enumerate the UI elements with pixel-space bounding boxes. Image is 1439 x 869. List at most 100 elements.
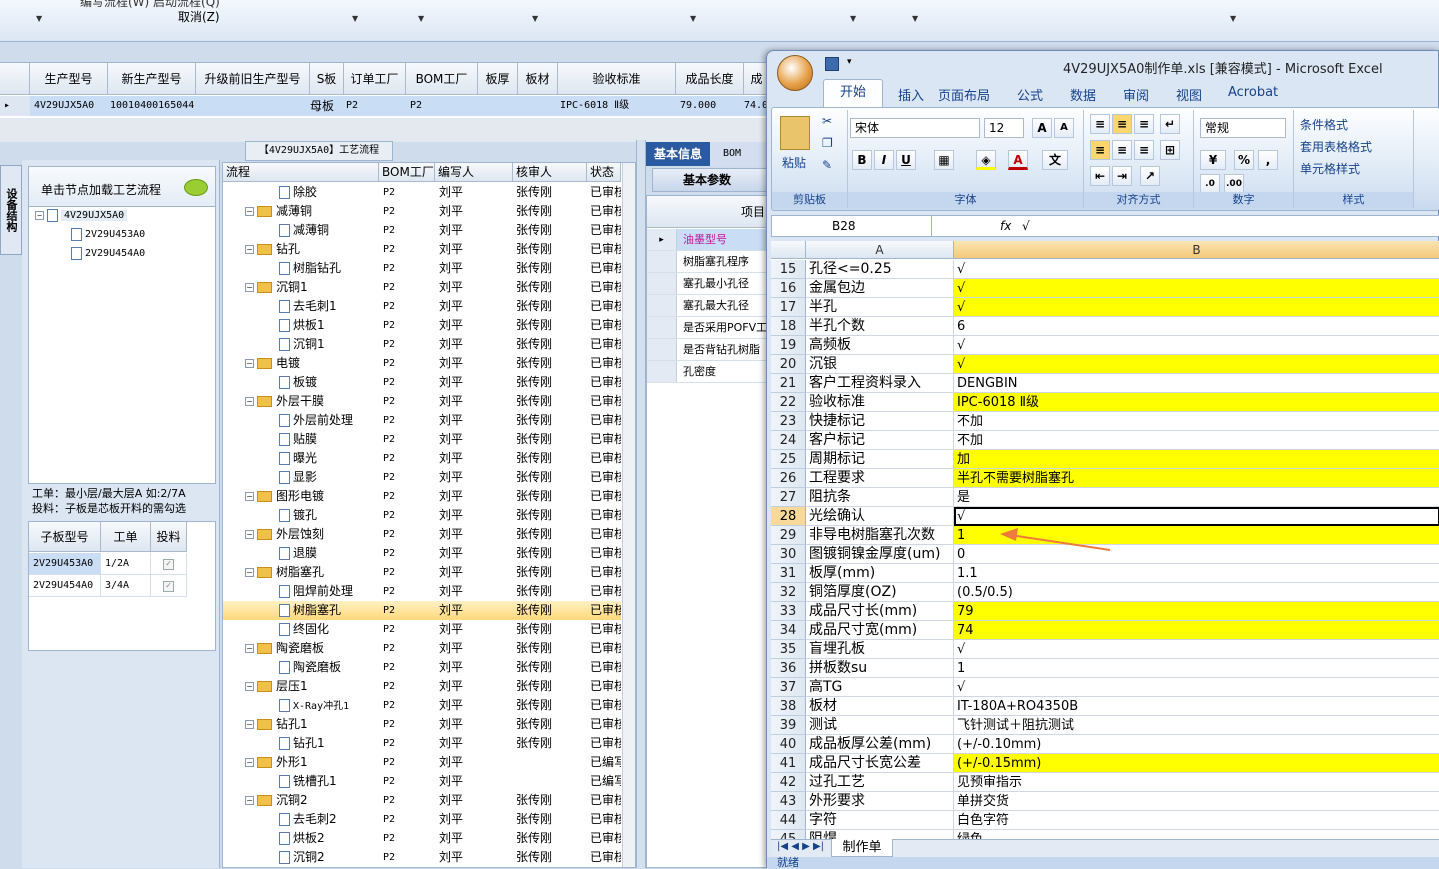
- process-row[interactable]: 减薄铜 P2 刘平 张传刚 已审核: [223, 221, 621, 240]
- cell-a[interactable]: 成品板厚公差(mm): [806, 735, 954, 754]
- param-row[interactable]: 是否采用POFV工: [647, 317, 771, 339]
- paste-button[interactable]: 粘贴: [782, 154, 806, 171]
- wrap-text-icon[interactable]: ↵: [1160, 114, 1180, 134]
- process-row[interactable]: 沉铜2 P2 刘平 张传刚 已审核: [223, 848, 621, 867]
- row-number[interactable]: 25: [771, 450, 806, 469]
- cell-a[interactable]: 光绘确认: [806, 507, 954, 526]
- cell-a[interactable]: 过孔工艺: [806, 773, 954, 792]
- percent-icon[interactable]: %: [1234, 150, 1254, 170]
- cell-b[interactable]: 白色字符: [954, 811, 1439, 830]
- cell-b[interactable]: 1.1: [954, 564, 1439, 583]
- row-number[interactable]: 15: [771, 260, 806, 279]
- row-number[interactable]: 41: [771, 754, 806, 773]
- row-number[interactable]: 23: [771, 412, 806, 431]
- align-top-icon[interactable]: ≡: [1090, 114, 1110, 134]
- format-painter-icon[interactable]: ✎: [822, 158, 832, 172]
- row-number[interactable]: 24: [771, 431, 806, 450]
- cell-b[interactable]: 不加: [954, 431, 1439, 450]
- col-header[interactable]: BOM工厂: [379, 163, 435, 182]
- cell-a[interactable]: 工程要求: [806, 469, 954, 488]
- cell-b[interactable]: 半孔不需要树脂塞孔: [954, 469, 1439, 488]
- process-row[interactable]: − 外层蚀刻 P2 刘平 张传刚 已审核: [223, 525, 621, 544]
- cell-styles-button[interactable]: 单元格样式: [1300, 160, 1360, 177]
- grid-cell[interactable]: IPC-6018 Ⅱ级: [558, 96, 676, 116]
- dropdown-arrow-icon[interactable]: ▼: [912, 14, 918, 23]
- comma-icon[interactable]: ,: [1258, 150, 1278, 170]
- row-number[interactable]: 18: [771, 317, 806, 336]
- font-color-icon[interactable]: A: [1008, 150, 1028, 170]
- dropdown-arrow-icon[interactable]: ▼: [1230, 14, 1236, 23]
- cell-b[interactable]: 1: [954, 526, 1439, 545]
- col-header[interactable]: 订单工厂: [344, 63, 406, 95]
- row-number[interactable]: 16: [771, 279, 806, 298]
- param-row[interactable]: 孔密度: [647, 361, 771, 383]
- cell-b[interactable]: 是: [954, 488, 1439, 507]
- collapse-icon[interactable]: −: [245, 397, 254, 406]
- collapse-icon[interactable]: −: [245, 245, 254, 254]
- tab-bom[interactable]: BOM: [712, 142, 752, 166]
- row-number[interactable]: 27: [771, 488, 806, 507]
- row-number[interactable]: 19: [771, 336, 806, 355]
- process-row[interactable]: 显影 P2 刘平 张传刚 已审核: [223, 468, 621, 487]
- cell-b[interactable]: √: [954, 298, 1439, 317]
- grid-cell[interactable]: 4V29UJX5A0: [30, 96, 108, 116]
- tab-review[interactable]: 审阅: [1123, 85, 1149, 104]
- dropdown-arrow-icon[interactable]: ▼: [36, 14, 42, 23]
- row-number[interactable]: 44: [771, 811, 806, 830]
- process-row[interactable]: 钻孔1 P2 刘平 张传刚 已审核: [223, 734, 621, 753]
- process-row[interactable]: − 外层干膜 P2 刘平 张传刚 已审核: [223, 392, 621, 411]
- cell-a[interactable]: 盲埋孔板: [806, 640, 954, 659]
- cell-b[interactable]: 79: [954, 602, 1439, 621]
- cell-b[interactable]: IPC-6018 Ⅱ级: [954, 393, 1439, 412]
- process-row[interactable]: X-Ray冲孔1 P2 刘平 张传刚 已审核: [223, 696, 621, 715]
- decrease-decimal-icon[interactable]: .00: [1224, 174, 1244, 194]
- process-row[interactable]: 外层前处理 P2 刘平 张传刚 已审核: [223, 411, 621, 430]
- col-header[interactable]: 升级前旧生产型号: [196, 63, 310, 95]
- font-size-box[interactable]: 12: [984, 118, 1024, 138]
- merge-icon[interactable]: ⊞: [1160, 140, 1180, 160]
- col-header[interactable]: 验收标准: [558, 63, 676, 95]
- subboard-model[interactable]: 2V29U454A0: [29, 575, 101, 597]
- cell-a[interactable]: 外形要求: [806, 792, 954, 811]
- column-header-b[interactable]: B: [954, 241, 1439, 259]
- tab-view[interactable]: 视图: [1176, 85, 1202, 104]
- cell-a[interactable]: 客户标记: [806, 431, 954, 450]
- feed-checkbox[interactable]: ✓: [163, 581, 174, 592]
- process-row[interactable]: − 陶瓷磨板 P2 刘平 张传刚 已审核: [223, 639, 621, 658]
- col-header[interactable]: 新生产型号: [108, 63, 196, 95]
- feed-checkbox[interactable]: ✓: [163, 559, 174, 570]
- border-icon[interactable]: ▦: [934, 150, 954, 170]
- cell-a[interactable]: 阻抗条: [806, 488, 954, 507]
- cell-a[interactable]: 孔径<=0.25: [806, 260, 954, 279]
- param-col-header[interactable]: 项目: [647, 196, 771, 228]
- collapse-icon[interactable]: −: [245, 568, 254, 577]
- row-number[interactable]: 31: [771, 564, 806, 583]
- font-name-box[interactable]: 宋体: [850, 118, 980, 138]
- collapse-icon[interactable]: −: [245, 682, 254, 691]
- row-number[interactable]: 30: [771, 545, 806, 564]
- grid-cell[interactable]: [196, 96, 310, 116]
- row-number[interactable]: 17: [771, 298, 806, 317]
- align-left-icon[interactable]: ≡: [1090, 140, 1110, 160]
- cell-a[interactable]: 快捷标记: [806, 412, 954, 431]
- grid-cell[interactable]: [518, 96, 558, 116]
- process-row[interactable]: 去毛刺2 P2 刘平 张传刚 已审核: [223, 810, 621, 829]
- collapse-icon[interactable]: −: [245, 359, 254, 368]
- col-header[interactable]: BOM工厂: [406, 63, 478, 95]
- row-number[interactable]: 40: [771, 735, 806, 754]
- row-number[interactable]: 43: [771, 792, 806, 811]
- copy-icon[interactable]: ❐: [822, 136, 833, 150]
- process-row[interactable]: − 沉铜2 P2 刘平 张传刚 已审核: [223, 791, 621, 810]
- row-number[interactable]: 26: [771, 469, 806, 488]
- cell-b[interactable]: √: [954, 279, 1439, 298]
- col-header[interactable]: 生产型号: [30, 63, 108, 95]
- tab-basic-params[interactable]: 基本参数: [652, 168, 770, 192]
- formula-input[interactable]: √: [1022, 216, 1030, 236]
- subboard-order[interactable]: 1/2A: [101, 553, 151, 575]
- cell-a[interactable]: 沉银: [806, 355, 954, 374]
- process-row[interactable]: 烘板2 P2 刘平 张传刚 已审核: [223, 829, 621, 848]
- conditional-format-button[interactable]: 条件格式: [1300, 116, 1348, 133]
- cell-b[interactable]: 0: [954, 545, 1439, 564]
- orientation-icon[interactable]: ↗: [1140, 166, 1160, 186]
- tab-acrobat[interactable]: Acrobat: [1228, 85, 1278, 100]
